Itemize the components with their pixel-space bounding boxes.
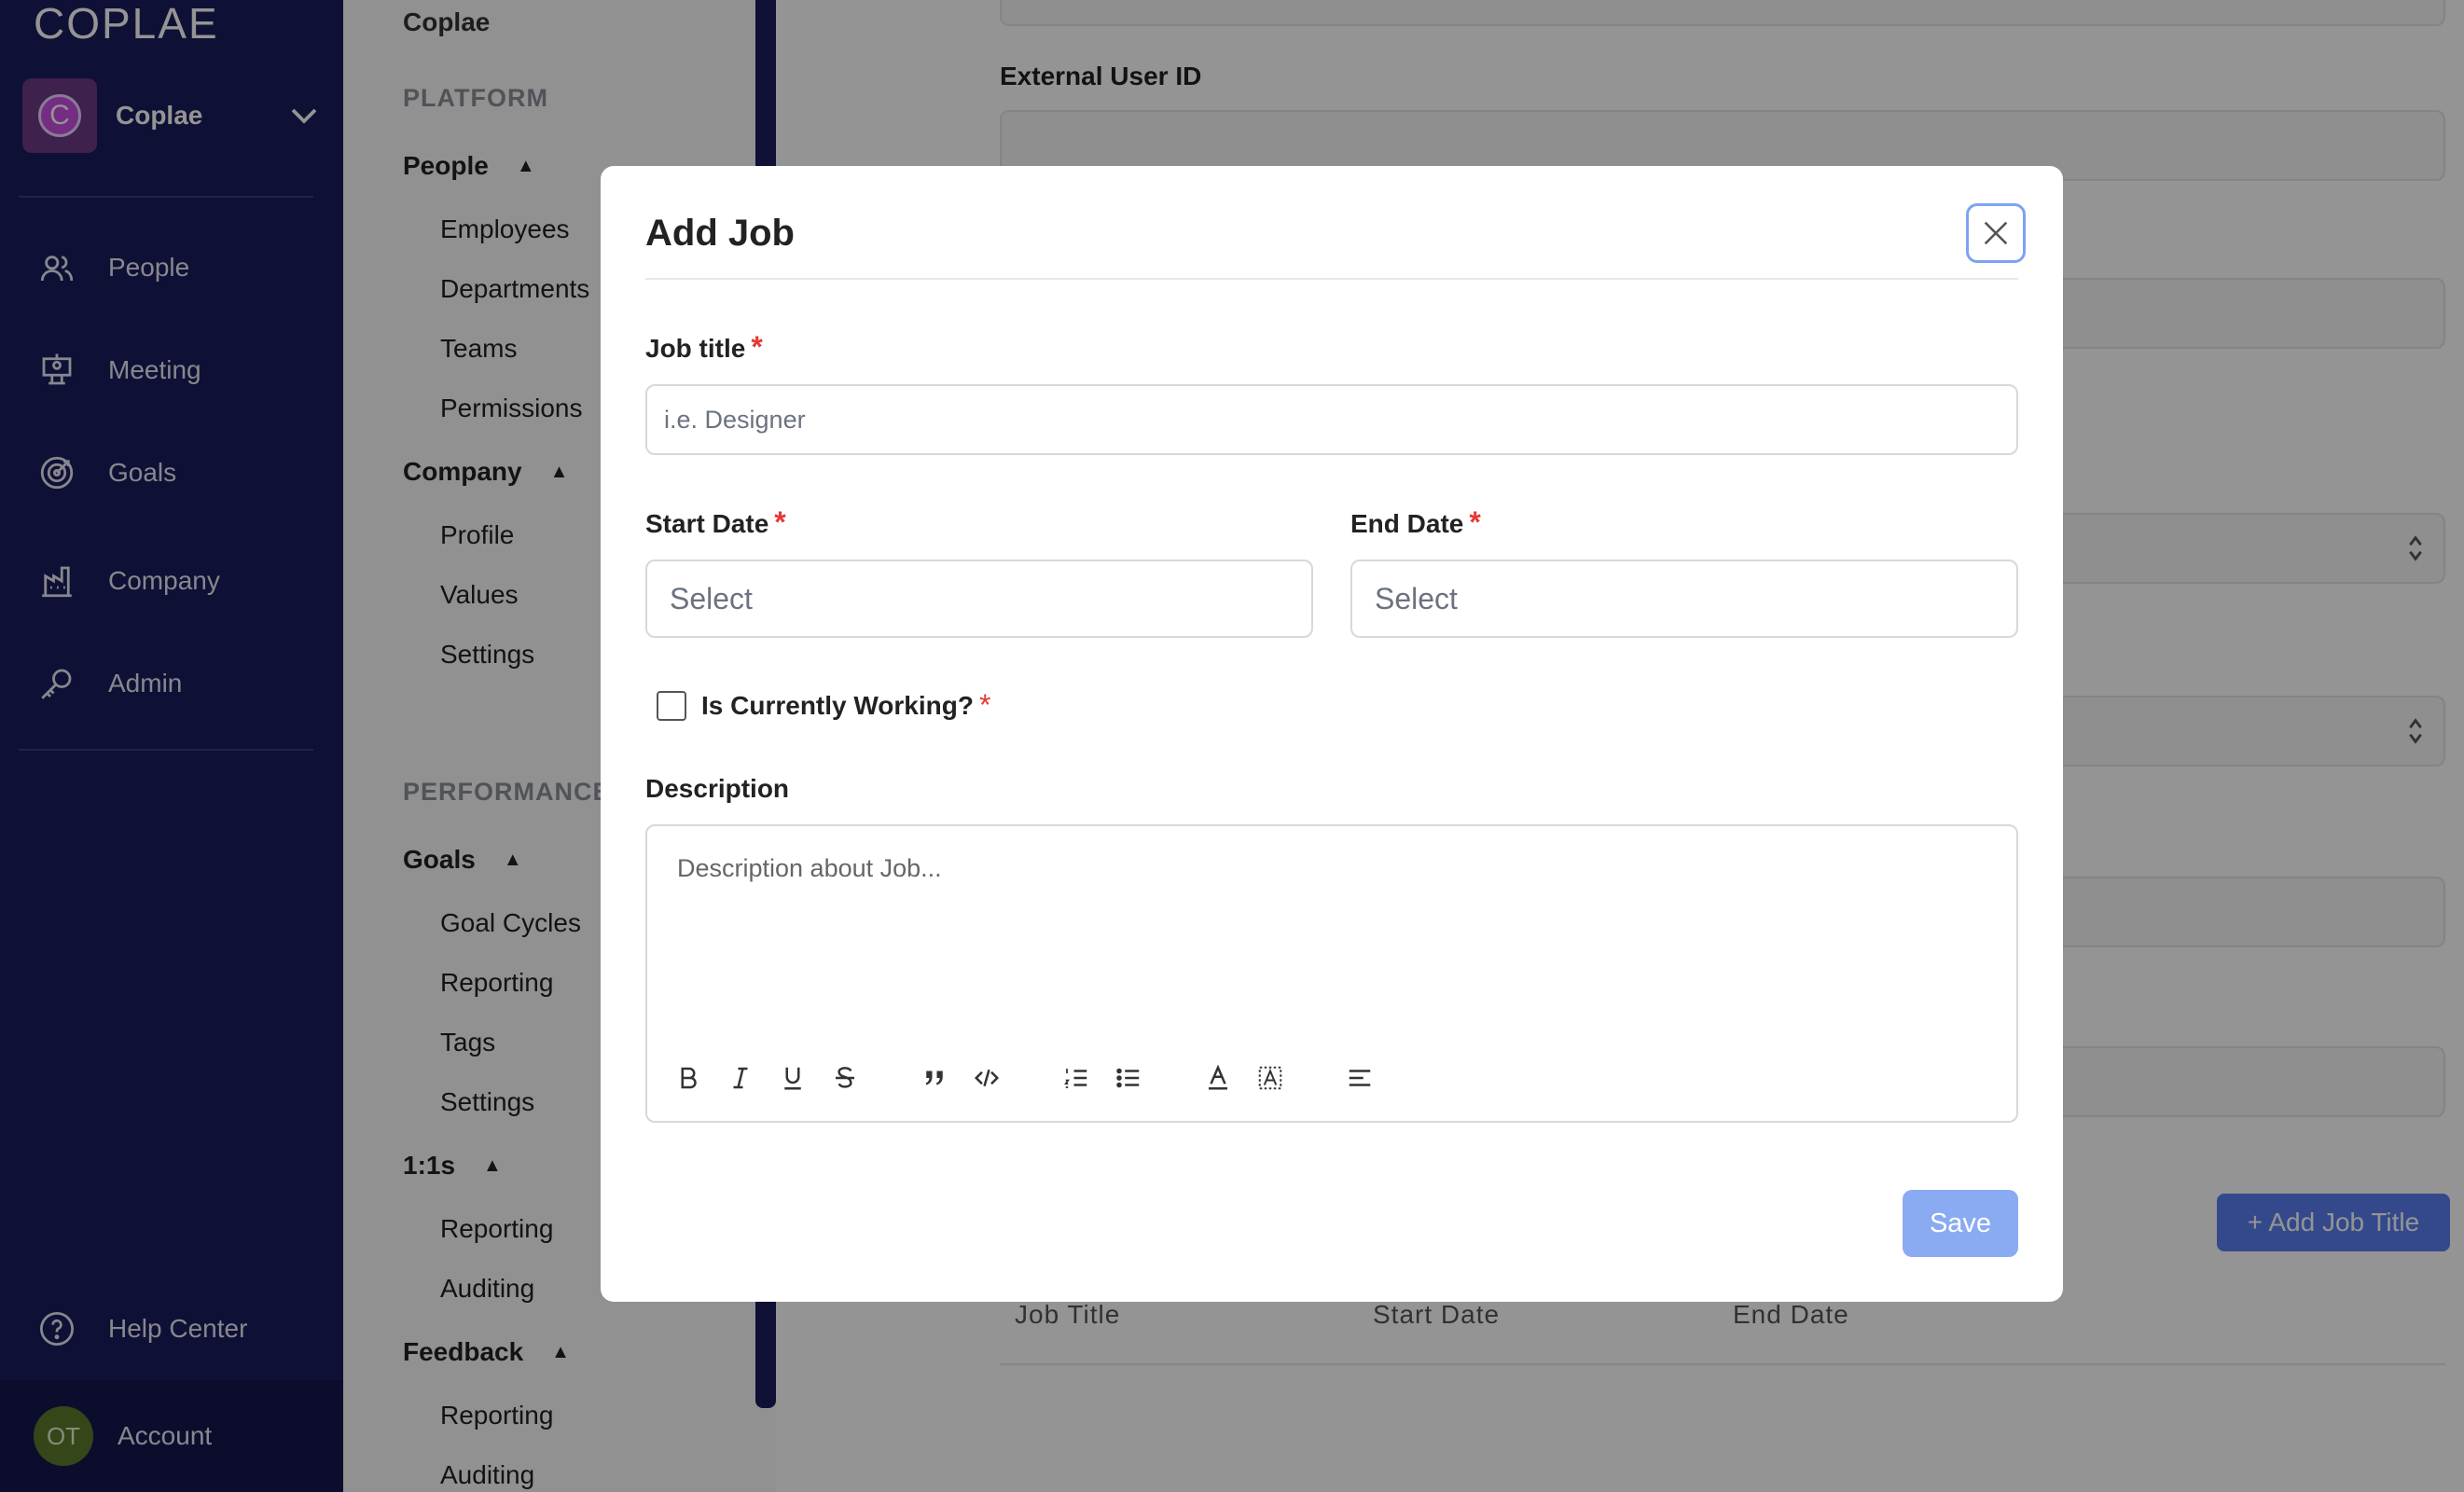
highlight-button[interactable] (1252, 1059, 1289, 1097)
underline-icon (784, 1067, 801, 1090)
blockquote-button[interactable] (916, 1059, 953, 1097)
end-date-picker[interactable] (1350, 560, 2018, 638)
bullet-list-icon (1116, 1068, 1140, 1088)
modal-title: Add Job (645, 213, 795, 254)
required-asterisk: * (751, 330, 763, 364)
quote-icon (925, 1071, 943, 1085)
modal-divider (645, 278, 2018, 280)
description-label: Description (645, 774, 790, 803)
description-editor[interactable]: Description about Job... (645, 824, 2018, 1123)
description-placeholder: Description about Job... (677, 854, 942, 882)
currently-working-label: Is Currently Working? (701, 690, 974, 720)
highlight-icon (1258, 1066, 1282, 1090)
code-icon (974, 1069, 1000, 1087)
required-asterisk: * (1469, 505, 1481, 539)
align-left-icon (1349, 1070, 1371, 1086)
ordered-list-button[interactable] (1058, 1059, 1095, 1097)
bold-button[interactable] (670, 1059, 707, 1097)
editor-toolbar (670, 1059, 1393, 1097)
font-color-icon (1209, 1064, 1227, 1090)
required-asterisk: * (978, 688, 991, 722)
add-job-modal: Add Job Job title* Start Date* End Date*… (601, 166, 2063, 1302)
bold-icon (681, 1067, 697, 1089)
start-date-label: Start Date * (645, 505, 786, 540)
code-button[interactable] (968, 1059, 1005, 1097)
strikethrough-icon (836, 1067, 854, 1088)
label-text: Job title (645, 334, 746, 363)
currently-working-checkbox[interactable] (657, 690, 686, 721)
italic-icon (733, 1067, 748, 1089)
currently-working-row: Is Currently Working? * (657, 688, 990, 723)
close-icon (1984, 221, 2008, 245)
underline-button[interactable] (774, 1059, 811, 1097)
save-button[interactable]: Save (1903, 1190, 2018, 1257)
align-button[interactable] (1341, 1059, 1378, 1097)
bullet-list-button[interactable] (1110, 1059, 1147, 1097)
label-text: Start Date (645, 509, 769, 538)
job-title-input[interactable] (645, 384, 2018, 455)
close-button[interactable] (1966, 203, 2026, 263)
italic-button[interactable] (722, 1059, 759, 1097)
end-date-label: End Date * (1350, 505, 1481, 540)
label-text: End Date (1350, 509, 1464, 538)
start-date-picker[interactable] (645, 560, 1313, 638)
font-color-button[interactable] (1199, 1059, 1237, 1097)
strikethrough-button[interactable] (826, 1059, 864, 1097)
required-asterisk: * (774, 505, 786, 539)
ordered-list-icon (1064, 1069, 1087, 1088)
job-title-label: Job title * (645, 330, 763, 365)
